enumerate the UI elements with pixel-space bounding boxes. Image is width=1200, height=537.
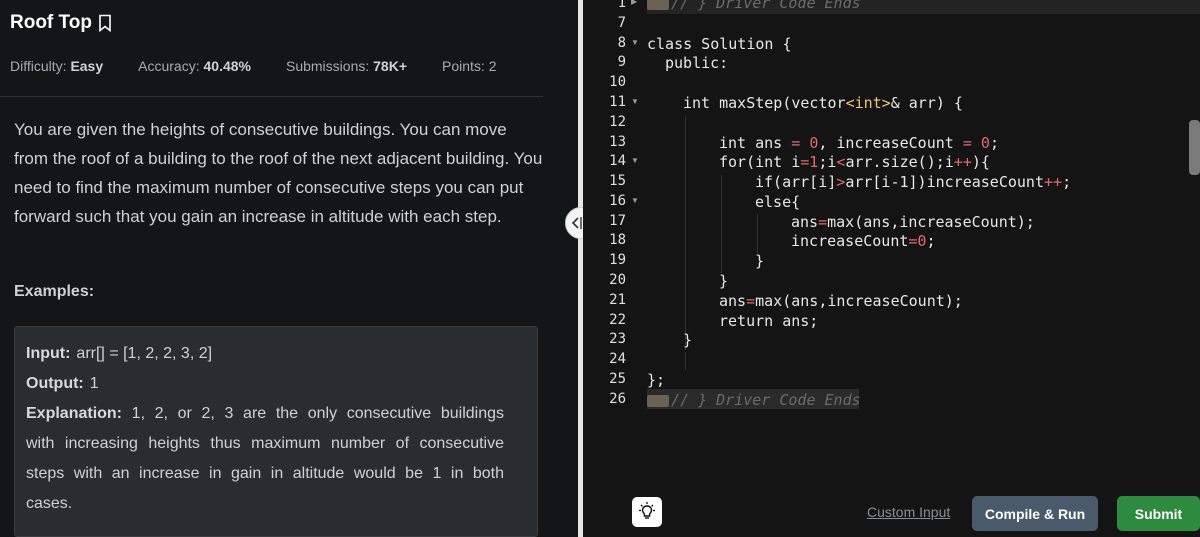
line-number: 18 [609, 232, 626, 248]
fold-arrow-icon[interactable]: ▼ [631, 38, 639, 47]
example-box: Input: arr[] = [1, 2, 2, 3, 2] Output: 1 E… [14, 326, 538, 537]
line-number: 13 [609, 134, 626, 150]
code-line-20: } [719, 272, 729, 290]
bookmark-icon[interactable] [98, 14, 112, 33]
line-number: 17 [609, 213, 626, 229]
code-line-21: ans=max(ans,increaseCount); [719, 292, 963, 310]
line-number: 11 [609, 94, 626, 110]
line-number: 24 [609, 351, 626, 367]
code-line-26: // } Driver Code Ends [647, 391, 861, 409]
folded-code-icon[interactable] [647, 394, 669, 407]
code-editor[interactable]: 1 7 8 9 10 11 12 13 14 15 16 17 18 19 20… [583, 0, 1200, 490]
line-number: 10 [609, 74, 626, 90]
examples-heading: Examples: [14, 283, 95, 300]
problem-panel: Roof Top Difficulty: Easy Accuracy: 40.4… [0, 0, 578, 537]
code-line-19: } [755, 252, 765, 270]
editor-scrollbar[interactable] [1189, 120, 1200, 175]
problem-title: Roof Top [10, 12, 92, 33]
divider [0, 96, 543, 97]
lightbulb-icon [639, 502, 655, 519]
folded-code-icon[interactable] [647, 0, 669, 10]
example-output: Output: 1 [26, 375, 99, 392]
line-number: 9 [617, 54, 626, 70]
example-explanation: Explanation: 1, 2, or 2, 3 are the only … [26, 405, 505, 512]
code-line-1: // } Driver Code Ends [647, 0, 861, 12]
line-number: 26 [609, 391, 626, 407]
action-bar: Custom Input Compile & Run Submit [583, 490, 1200, 537]
hint-bulb-button[interactable] [632, 497, 662, 527]
code-line-18: increaseCount=0; [791, 232, 936, 250]
indent-guide [685, 352, 686, 370]
indent-guide [757, 214, 758, 254]
code-line-17: ans=max(ans,increaseCount); [791, 213, 1035, 231]
line-number: 14 [609, 153, 626, 169]
line-number: 12 [609, 114, 626, 130]
compile-run-button[interactable]: Compile & Run [972, 496, 1098, 531]
title-row: Roof Top [10, 12, 112, 34]
problem-description: You are given the heights of consecutive… [14, 120, 543, 226]
difficulty: Difficulty: Easy [10, 58, 104, 74]
line-number: 23 [609, 331, 626, 347]
fold-arrow-icon[interactable]: ▼ [631, 156, 639, 165]
line-number: 25 [609, 371, 626, 387]
code-line-22: return ans; [719, 312, 819, 330]
code-line-8: class Solution { [647, 35, 792, 53]
indent-guide [721, 175, 722, 273]
problem-meta: Difficulty: Easy Accuracy: 40.48% Submis… [10, 58, 532, 74]
line-gutter: 1 7 8 9 10 11 12 13 14 15 16 17 18 19 20… [583, 0, 645, 490]
line-number: 19 [609, 252, 626, 268]
app: Roof Top Difficulty: Easy Accuracy: 40.4… [0, 0, 1200, 537]
code-line-13: int ans = 0, increaseCount = 0; [719, 134, 999, 152]
indent-guide [685, 116, 686, 350]
fold-arrow-icon[interactable]: ▼ [631, 97, 639, 106]
line-number: 21 [609, 292, 626, 308]
code-line-9: public: [665, 54, 729, 72]
line-number: 1 [617, 0, 626, 11]
line-number: 22 [609, 312, 626, 328]
code-line-15: if(arr[i]>arr[i-1])increaseCount++; [755, 173, 1072, 191]
line-number: 7 [617, 15, 626, 31]
example-input: Input: arr[] = [1, 2, 2, 3, 2] [26, 345, 213, 362]
fold-arrow-icon[interactable]: ▶ [631, 0, 637, 6]
code-line-11: int maxStep(vector<int>& arr) { [683, 94, 963, 112]
code-line-25: }; [647, 371, 666, 389]
accuracy: Accuracy: 40.48% [138, 58, 251, 74]
points: Points: 2 [442, 58, 497, 74]
line-number: 20 [609, 272, 626, 288]
line-number: 16 [609, 193, 626, 209]
code-line-14: for(int i=1;i<arr.size();i++){ [719, 153, 990, 171]
submit-button[interactable]: Submit [1117, 496, 1200, 531]
submissions: Submissions: 78K+ [285, 58, 407, 74]
line-number: 8 [617, 35, 626, 51]
custom-input-link[interactable]: Custom Input [867, 504, 950, 520]
code-line-16: else{ [755, 193, 801, 211]
fold-arrow-icon[interactable]: ▼ [631, 196, 639, 205]
code-line-23: } [683, 331, 693, 349]
line-number: 15 [609, 173, 626, 189]
